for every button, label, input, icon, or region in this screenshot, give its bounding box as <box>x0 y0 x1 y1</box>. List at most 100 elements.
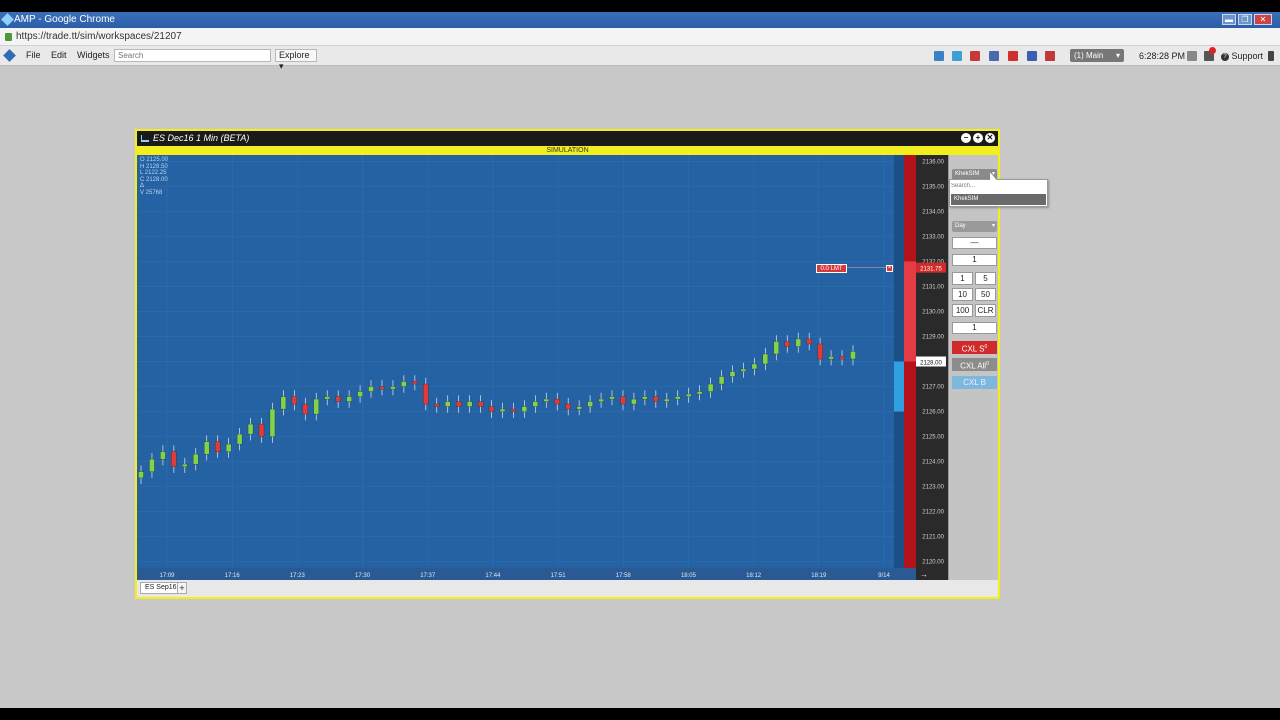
candle-body <box>675 396 681 400</box>
candle-body <box>718 376 725 385</box>
menu-widgets[interactable]: Widgets <box>77 50 110 60</box>
candle-body <box>149 458 155 472</box>
candle-body <box>335 396 341 402</box>
save-icon[interactable] <box>1187 51 1197 61</box>
more-icon[interactable] <box>1268 51 1274 61</box>
search-input[interactable] <box>114 49 271 62</box>
tab-es-sep16[interactable]: ES Sep16 <box>140 582 182 594</box>
window-title: AMP - Google Chrome <box>14 14 115 25</box>
candle-body <box>609 396 615 400</box>
notification-badge <box>1209 47 1216 54</box>
check-widget-icon[interactable] <box>1008 51 1018 61</box>
url-text[interactable]: https://trade.tt/sim/workspaces/21207 <box>16 31 182 42</box>
menu-edit[interactable]: Edit <box>51 50 67 60</box>
ohlc-close: C 2128.00 <box>140 176 168 183</box>
ladder-widget-icon[interactable] <box>1027 51 1037 61</box>
minimize-icon[interactable]: ▬ <box>1222 14 1236 25</box>
simulation-banner: SIMULATION <box>137 146 998 155</box>
candle-body <box>784 341 790 347</box>
tif-label: Day <box>955 223 966 229</box>
tt-logo-icon[interactable] <box>3 49 16 62</box>
cancel-sells-button[interactable]: CXL S0 <box>952 341 997 354</box>
candle-body <box>171 451 177 467</box>
qty-preset-5[interactable]: 5 <box>975 272 996 285</box>
account-dropdown-popup: KhekSIM <box>949 179 1048 207</box>
close-icon[interactable]: ✕ <box>1254 14 1272 25</box>
candle-body <box>850 351 856 360</box>
explore-dropdown[interactable]: Explore ▾ <box>275 49 317 71</box>
restore-icon[interactable]: ❐ <box>1238 14 1252 25</box>
draw-widget-icon[interactable] <box>970 51 980 61</box>
candle-body <box>247 423 254 435</box>
cancel-buys-button[interactable]: CXL B <box>952 376 997 389</box>
x-axis-background <box>137 568 916 580</box>
ohlc-high: H 2128.50 <box>140 163 168 170</box>
app-icon <box>1 13 14 26</box>
grid-widget-icon[interactable] <box>1045 51 1055 61</box>
candle-body <box>225 443 232 452</box>
account-option[interactable]: KhekSIM <box>951 194 1046 205</box>
price-field[interactable]: — <box>952 237 997 249</box>
y-tick-label: 2130.00 <box>922 309 944 315</box>
candle-body <box>795 338 801 347</box>
buy-depth-near <box>894 361 904 412</box>
candle-body <box>587 401 593 407</box>
y-tick-label: 2134.00 <box>922 209 944 215</box>
maximize-widget-icon[interactable]: + <box>973 133 983 143</box>
ohlc-open: O 2125.00 <box>140 157 169 163</box>
y-tick-label: 2129.00 <box>922 334 944 340</box>
cancel-all-label: CXL All <box>960 361 987 371</box>
x-tick-label: 17:44 <box>485 573 501 579</box>
candle-body <box>204 441 210 455</box>
address-bar[interactable]: https://trade.tt/sim/workspaces/21207 <box>0 28 1280 46</box>
minimize-widget-icon[interactable]: − <box>961 133 971 143</box>
candle-body <box>412 381 418 385</box>
candle-body <box>193 453 199 465</box>
y-tick-label: 2126.00 <box>922 410 944 416</box>
candle-body <box>696 391 703 395</box>
candle-body <box>631 398 637 405</box>
y-tick-label: 2131.00 <box>922 284 944 290</box>
workspace-select[interactable]: (1) Main ▾ <box>1070 49 1124 62</box>
cancel-all-button[interactable]: CXL All0 <box>952 358 997 371</box>
qty-preset-10[interactable]: 10 <box>952 288 973 301</box>
account-search-input[interactable] <box>951 181 1046 191</box>
window-widget-icon[interactable] <box>934 51 944 61</box>
add-tab-button[interactable]: + <box>177 582 187 594</box>
qty-field[interactable]: 1 <box>952 254 997 266</box>
price-chart[interactable]: 2136.002135.002134.002133.002132.002131.… <box>137 155 948 580</box>
candle-body <box>434 403 440 407</box>
candle-body <box>160 451 166 460</box>
candle-body <box>477 401 484 407</box>
window-controls: ▬ ❐ ✕ <box>1222 14 1272 25</box>
candle-body <box>215 441 221 452</box>
list-widget-icon[interactable] <box>989 51 999 61</box>
support-link[interactable]: ? Support <box>1221 51 1263 61</box>
tif-dropdown[interactable]: Day ▾ <box>952 221 997 232</box>
chevron-down-icon: ▾ <box>991 223 995 229</box>
qty-preset-1[interactable]: 1 <box>952 272 973 285</box>
candle-body <box>182 463 188 467</box>
qty-clear-button[interactable]: CLR <box>975 304 996 317</box>
working-order-label[interactable]: 0.0 LMT <box>816 264 847 273</box>
y-tick-label: 2124.00 <box>922 460 944 466</box>
candle-body <box>280 396 287 410</box>
menu-file[interactable]: File <box>26 50 41 60</box>
cancel-order-icon[interactable]: × <box>886 265 893 272</box>
x-tick-label: 17:30 <box>355 573 371 579</box>
chart-widget-icon[interactable] <box>952 51 962 61</box>
letterbox-top <box>0 0 1280 12</box>
close-widget-icon[interactable]: ✕ <box>985 133 995 143</box>
widget-title-bar[interactable]: ES Dec16 1 Min (BETA) − + ✕ <box>137 131 998 146</box>
widget-controls: − + ✕ <box>961 133 995 143</box>
candle-body <box>401 381 407 387</box>
candle-body <box>543 398 549 402</box>
candle-body <box>828 356 834 360</box>
ohlc-change: Δ <box>140 183 145 190</box>
letterbox-bottom <box>0 708 1280 720</box>
browser-title-bar: AMP - Google Chrome ▬ ❐ ✕ <box>0 12 1280 28</box>
candle-body <box>488 406 495 412</box>
qty-preset-50[interactable]: 50 <box>975 288 996 301</box>
qty-preset-100[interactable]: 100 <box>952 304 973 317</box>
support-label: Support <box>1231 51 1264 61</box>
